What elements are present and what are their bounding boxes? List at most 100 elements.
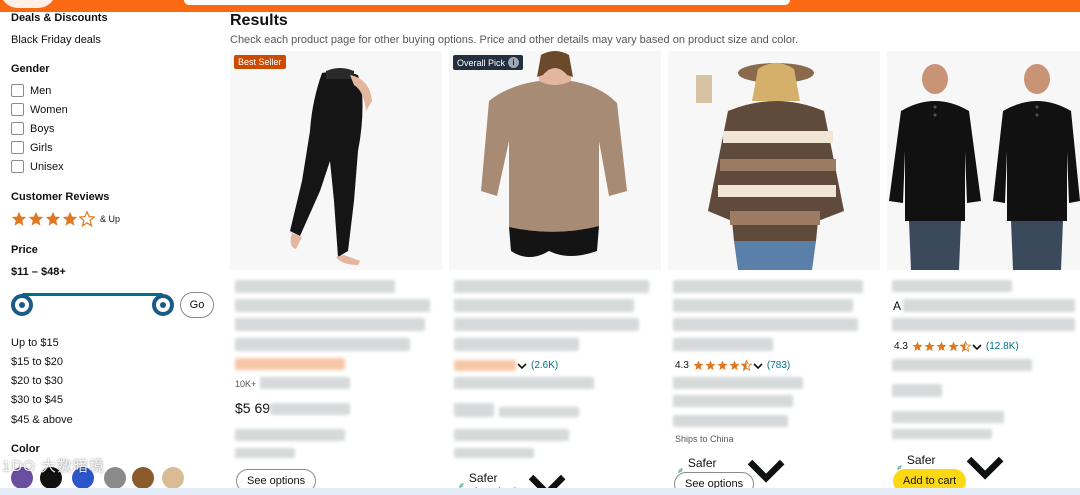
leggings-image: [290, 68, 372, 265]
product-image[interactable]: Overall Pick i: [449, 51, 661, 270]
price-link-45-above[interactable]: $45 & above: [11, 414, 73, 426]
gender-checkbox-boys[interactable]: Boys: [11, 122, 54, 135]
info-icon[interactable]: i: [508, 57, 520, 68]
gender-checkbox-men[interactable]: Men: [11, 84, 51, 97]
price-blur: [270, 403, 350, 415]
rating-row[interactable]: (2.6K): [454, 360, 558, 371]
chevron-down-icon: [517, 362, 527, 369]
title-blur: [235, 299, 430, 312]
title-blur: [903, 299, 1075, 312]
checkbox[interactable]: [11, 103, 24, 116]
best-seller-badge: Best Seller: [234, 55, 286, 69]
rating-row[interactable]: 4.3 (12.8K): [894, 341, 1019, 352]
checkbox[interactable]: [11, 122, 24, 135]
price-slider-min-handle[interactable]: [11, 294, 33, 316]
price-blur: [673, 395, 793, 407]
star-full-icon: [936, 341, 947, 352]
star-full-icon: [948, 341, 959, 352]
title-blur: [673, 318, 858, 331]
sales-blur: [260, 377, 350, 389]
price-blur: [892, 384, 942, 397]
bottom-scroll-area: [0, 488, 1080, 495]
title-blur: [235, 318, 425, 331]
star-full-icon: [28, 211, 44, 226]
title-blur: [673, 299, 853, 312]
price-range-value: $11 – $48+: [11, 266, 66, 278]
chevron-down-icon: [753, 362, 763, 369]
star-half-icon: [959, 341, 971, 352]
color-swatch-gray[interactable]: [104, 467, 126, 489]
star-full-icon: [11, 211, 27, 226]
rating-value: 4.3: [894, 341, 908, 352]
delivery-blur: [454, 429, 569, 441]
gender-checkbox-women[interactable]: Women: [11, 103, 68, 116]
rating-value: 4.3: [675, 360, 689, 371]
color-heading: Color: [11, 443, 40, 455]
sales-blur: [454, 377, 594, 389]
overall-pick-badge: Overall Pick i: [453, 55, 524, 70]
price-link-15-20[interactable]: $15 to $20: [11, 356, 63, 368]
checkbox[interactable]: [11, 141, 24, 154]
gender-checkbox-unisex[interactable]: Unisex: [11, 160, 64, 173]
price-slider-track[interactable]: [22, 293, 163, 296]
review-count[interactable]: (12.8K): [986, 341, 1019, 352]
price-link-20-30[interactable]: $20 to $30: [11, 375, 63, 387]
title-blur: [235, 338, 410, 351]
reviews-heading: Customer Reviews: [11, 191, 110, 203]
deals-heading: Deals & Discounts: [11, 12, 108, 24]
reviews-and-up-label: & Up: [100, 214, 121, 224]
chevron-down-icon: [966, 456, 1004, 480]
search-bar[interactable]: [184, 0, 790, 5]
checkbox[interactable]: [11, 160, 24, 173]
product-image[interactable]: [668, 51, 880, 270]
star-full-icon: [912, 341, 923, 352]
title-blur: [673, 338, 773, 351]
delivery-blur: [454, 448, 534, 458]
product-card[interactable]: 4.3 (783) Ships to China Safer chemicals…: [668, 51, 880, 495]
price-link-up-to-15[interactable]: Up to $15: [11, 337, 59, 349]
black-friday-link[interactable]: Black Friday deals: [11, 34, 101, 46]
price-blur: [499, 407, 579, 417]
delivery-blur: [235, 429, 345, 441]
color-swatch-brown[interactable]: [132, 467, 154, 489]
title-blur: [454, 280, 649, 293]
delivery-blur: [673, 415, 788, 427]
title-blur: [235, 280, 395, 293]
results-title: Results: [230, 12, 288, 29]
price-go-button[interactable]: Go: [180, 292, 214, 318]
sales-blur: [892, 359, 1032, 371]
delivery-blur: [892, 411, 1004, 423]
price-link-30-45[interactable]: $30 to $45: [11, 394, 63, 406]
logo[interactable]: [0, 0, 56, 8]
star-full-icon: [717, 360, 728, 371]
title-blur: [454, 338, 579, 351]
title-blur: [892, 280, 1012, 292]
title-blur: [454, 299, 634, 312]
four-star-filter[interactable]: & Up: [11, 211, 120, 227]
title-blur: [454, 318, 639, 331]
striped-top-image: [696, 63, 844, 270]
product-price: $5 69: [235, 400, 271, 416]
watermark-text: 1DO 大数暗境: [2, 458, 106, 475]
product-image[interactable]: [887, 51, 1080, 270]
checkbox[interactable]: [11, 84, 24, 97]
product-card[interactable]: Overall Pick i (2.6K) Safer chemicals: [449, 51, 661, 495]
results-subtitle: Check each product page for other buying…: [230, 34, 799, 46]
sweatshirt-image: [481, 51, 627, 257]
delivery-blur: [235, 448, 295, 458]
rating-row[interactable]: 4.3 (783): [675, 360, 790, 371]
product-image[interactable]: Best Seller: [230, 51, 442, 270]
gender-checkbox-girls[interactable]: Girls: [11, 141, 53, 154]
review-count[interactable]: (2.6K): [531, 360, 558, 371]
henley-shirts-image: [889, 64, 1080, 270]
color-swatch-beige[interactable]: [162, 467, 184, 489]
top-header-bar: [0, 0, 1080, 12]
star-full-icon: [705, 360, 716, 371]
rating-blur: [235, 358, 345, 370]
review-count[interactable]: (783): [767, 360, 790, 371]
product-card[interactable]: A 4.3 (12.8K) Safer chemicals Add to car…: [887, 51, 1080, 495]
price-slider-max-handle[interactable]: [152, 294, 174, 316]
ships-to-label: Ships to China: [675, 434, 734, 444]
product-card[interactable]: Best Seller 10K+ $5 69 See options: [230, 51, 442, 495]
product-title-start: A: [893, 299, 902, 313]
